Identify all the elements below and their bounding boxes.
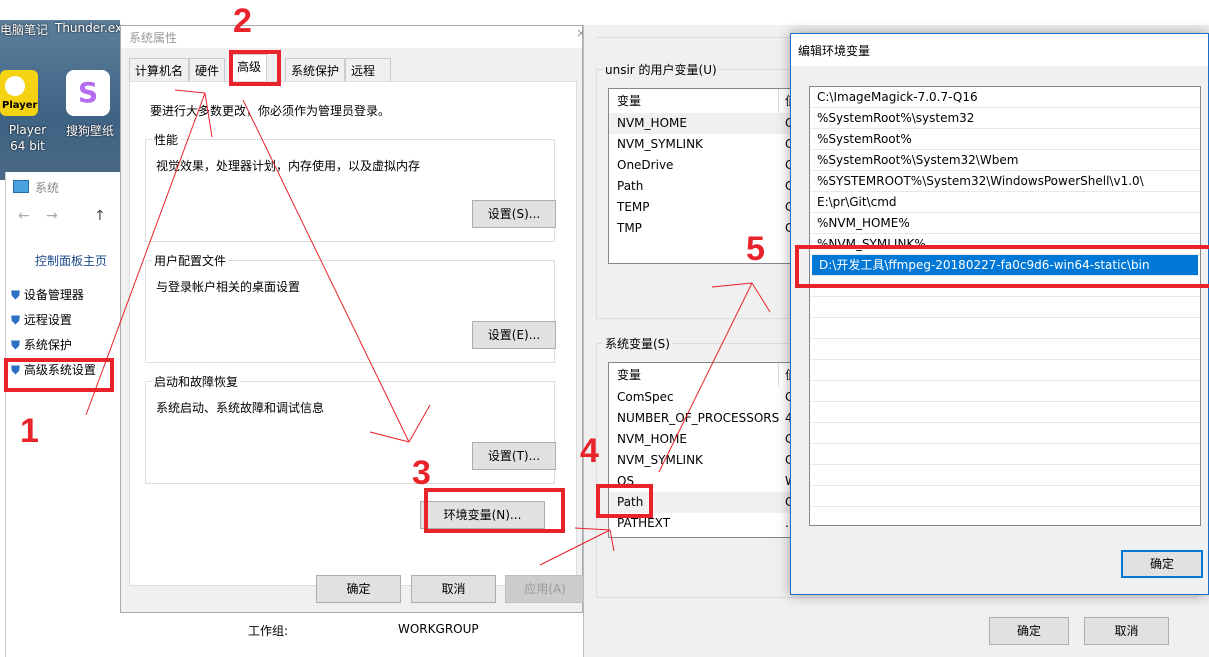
arrow-head-3	[574, 527, 611, 531]
arrow-head-4	[751, 282, 771, 313]
highlight-new-entry	[795, 245, 1209, 288]
step-number-1: 1	[20, 412, 39, 450]
highlight-env-button	[424, 488, 565, 533]
arrow-head-4	[711, 282, 753, 288]
highlight-advanced-settings	[4, 358, 114, 392]
arrow-head-2	[369, 431, 410, 443]
arrow-head-2	[408, 404, 431, 443]
arrow-line-4	[658, 282, 753, 473]
annotation-lines	[85, 89, 771, 566]
arrow-head-1	[204, 92, 213, 138]
step-number-5: 5	[746, 230, 765, 268]
arrow-line-2	[242, 99, 410, 443]
step-number-2: 2	[233, 2, 252, 40]
highlight-advanced-tab	[229, 50, 281, 86]
highlight-path-var	[596, 484, 653, 518]
arrow-head-3	[609, 529, 615, 552]
arrow-head-1	[174, 89, 206, 94]
arrow-line-3	[539, 529, 611, 566]
step-number-3: 3	[412, 454, 431, 492]
step-number-4: 4	[580, 432, 599, 470]
